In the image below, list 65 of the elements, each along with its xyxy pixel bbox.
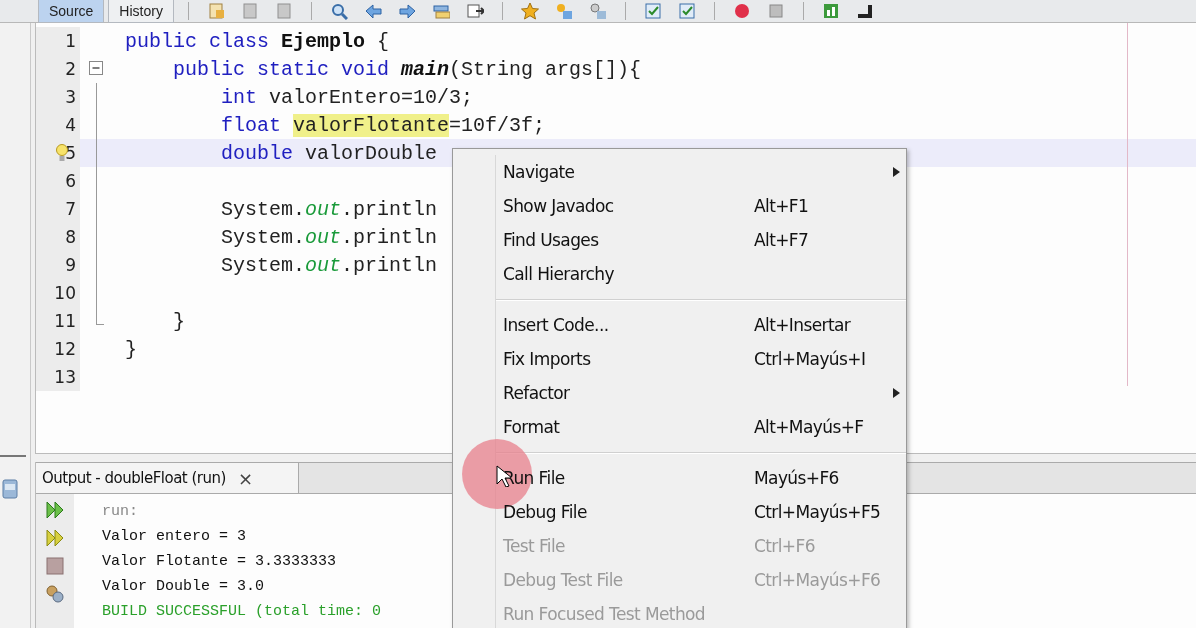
corner-icon[interactable] <box>855 2 874 20</box>
line-number: 5 <box>65 143 76 163</box>
line-number: 6 <box>65 171 76 191</box>
output-line: Valor Flotante = 3.3333333 <box>102 552 338 572</box>
code-line: } <box>172 309 185 333</box>
code-line: double valorDouble <box>220 141 438 165</box>
stack-icon[interactable] <box>431 2 450 20</box>
code-line: System.out.println <box>220 197 438 221</box>
line-number: 11 <box>54 311 76 331</box>
arrow-into-box-icon[interactable] <box>465 2 484 20</box>
fold-toggle-icon[interactable] <box>89 61 103 75</box>
window-icon[interactable] <box>2 479 18 499</box>
output-tab[interactable]: Output - doubleFloat (run) × <box>36 463 299 493</box>
line-number: 10 <box>54 283 76 303</box>
document-icon[interactable] <box>240 2 259 20</box>
stop-icon[interactable] <box>45 556 65 576</box>
line-number: 4 <box>65 115 76 135</box>
menu-item[interactable]: Format Alt+Mayús+F <box>496 410 906 444</box>
code-line: int valorEntero=10/3; <box>220 85 474 109</box>
menu-item[interactable]: Debug File Ctrl+Mayús+F5 <box>496 495 906 529</box>
search-icon[interactable] <box>329 2 348 20</box>
line-number: 7 <box>65 199 76 219</box>
menu-item[interactable]: Refactor <box>496 376 906 410</box>
code-line: } <box>124 337 137 361</box>
line-number: 1 <box>65 31 76 51</box>
document-icon[interactable] <box>274 2 293 20</box>
editor-tab[interactable]: History <box>108 0 174 23</box>
chart-icon[interactable] <box>821 2 840 20</box>
output-line: run: <box>102 502 139 522</box>
forward-arrow-icon[interactable] <box>397 2 416 20</box>
menu-item[interactable]: Find Usages Alt+F7 <box>496 223 906 257</box>
output-line: Valor entero = 3 <box>102 527 248 547</box>
menu-item[interactable]: Navigate <box>496 155 906 189</box>
output-line: Valor Double = 3.0 <box>102 577 266 597</box>
code-line: public class Ejemplo { <box>124 29 390 53</box>
stop-icon[interactable] <box>766 2 785 20</box>
record-icon[interactable] <box>732 2 751 20</box>
star-icon[interactable] <box>520 2 539 20</box>
output-line: BUILD SUCCESSFUL (total time: 0 <box>102 602 382 622</box>
editor-tab[interactable]: Source <box>38 0 105 23</box>
shapes-icon[interactable] <box>554 2 573 20</box>
output-tab-title: Output - doubleFloat (run) <box>42 469 226 487</box>
back-arrow-icon[interactable] <box>363 2 382 20</box>
rerun-icon[interactable] <box>45 528 65 548</box>
menu-item[interactable]: Fix Imports Ctrl+Mayús+I <box>496 342 906 376</box>
settings-icon[interactable] <box>45 584 65 604</box>
close-button[interactable]: × <box>235 467 255 489</box>
check-document-icon[interactable] <box>677 2 696 20</box>
menu-item[interactable]: Show Javadoc Alt+F1 <box>496 189 906 223</box>
line-number: 3 <box>65 87 76 107</box>
menu-item[interactable]: Call Hierarchy <box>496 257 906 291</box>
line-number: 13 <box>54 367 76 387</box>
code-line: System.out.println <box>220 225 438 249</box>
line-number: 12 <box>54 339 76 359</box>
check-document-icon[interactable] <box>643 2 662 20</box>
code-line: float valorFlotante=10f/3f; <box>220 113 546 137</box>
line-number: 8 <box>65 227 76 247</box>
lightbulb-icon[interactable] <box>56 143 68 163</box>
shapes-icon[interactable] <box>588 2 607 20</box>
rerun-icon[interactable] <box>45 500 65 520</box>
code-line: public static void main(String args[]){ <box>172 57 642 81</box>
line-number: 2 <box>65 59 76 79</box>
menu-item[interactable]: Insert Code... Alt+Insertar <box>496 308 906 342</box>
line-number: 9 <box>65 255 76 275</box>
code-line: System.out.println <box>220 253 438 277</box>
